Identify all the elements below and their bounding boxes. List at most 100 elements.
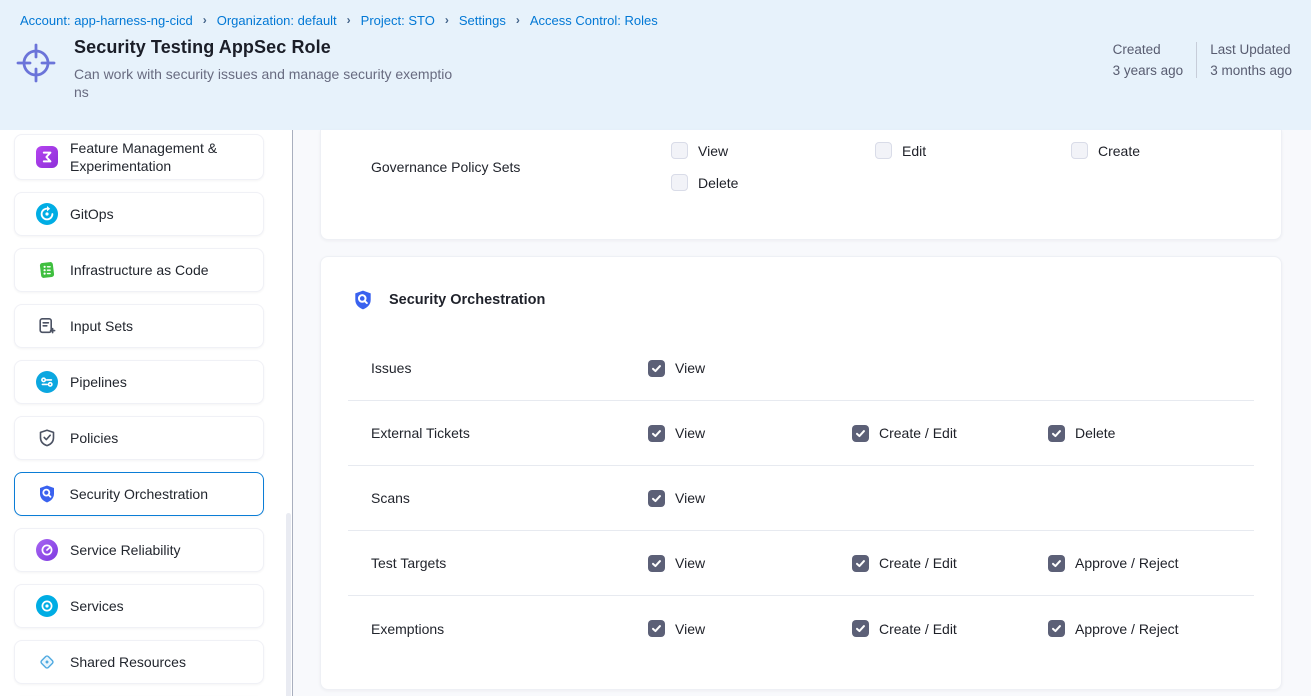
check-icon — [651, 428, 662, 439]
permission-label: Create / Edit — [879, 425, 957, 441]
breadcrumb-link-access-control[interactable]: Access Control: Roles — [530, 13, 658, 28]
checkbox-create-edit[interactable] — [852, 555, 869, 572]
permission-grid: ViewCreate / EditApprove / Reject — [648, 620, 1179, 637]
permission-label: Delete — [1075, 425, 1115, 441]
permission-create-edit: Create / Edit — [852, 425, 1048, 442]
resource-label: Issues — [371, 360, 648, 376]
permission-delete: Delete — [671, 174, 875, 191]
page-title: Security Testing AppSec Role — [74, 37, 456, 58]
permission-row-external-tickets: External TicketsViewCreate / EditDelete — [348, 401, 1254, 466]
permission-row-scans: ScansView — [348, 466, 1254, 531]
input-sets-icon — [36, 315, 58, 337]
breadcrumb-chevron-icon: › — [445, 13, 449, 27]
sidebar-item-label: Service Reliability — [70, 541, 180, 559]
sidebar-item-input-sets[interactable]: Input Sets — [14, 304, 264, 348]
checkbox-edit[interactable] — [875, 142, 892, 159]
governance-card: Governance Policy Sets ViewEditCreateDel… — [320, 130, 1282, 240]
feature-flags-icon — [36, 146, 58, 168]
checkbox-create-edit[interactable] — [852, 620, 869, 637]
resource-label: Exemptions — [371, 621, 648, 637]
sidebar-item-security-orchestration[interactable]: Security Orchestration — [14, 472, 264, 516]
card-title: Security Orchestration — [389, 292, 545, 308]
permission-label: Approve / Reject — [1075, 621, 1179, 637]
check-icon — [855, 558, 866, 569]
sidebar-item-label: Security Orchestration — [70, 485, 209, 503]
breadcrumb-chevron-icon: › — [347, 13, 351, 27]
checkbox-view[interactable] — [648, 425, 665, 442]
security-orchestration-card: Security Orchestration IssuesViewExterna… — [320, 256, 1282, 690]
permission-view: View — [648, 425, 852, 442]
created-value: 3 years ago — [1113, 63, 1184, 78]
permission-create-edit: Create / Edit — [852, 555, 1048, 572]
breadcrumb-link-project[interactable]: Project: STO — [361, 13, 435, 28]
check-icon — [651, 493, 662, 504]
permission-label: Delete — [698, 175, 738, 191]
role-meta: Created 3 years ago Last Updated 3 month… — [1113, 42, 1292, 78]
check-icon — [855, 428, 866, 439]
gitops-icon — [36, 203, 58, 225]
permission-label: Create / Edit — [879, 555, 957, 571]
permission-row-issues: Issues View — [348, 336, 1254, 401]
breadcrumb: Account: app-harness-ng-cicd › Organizatio… — [0, 0, 1311, 28]
updated-value: 3 months ago — [1210, 63, 1292, 78]
checkbox-view[interactable] — [648, 555, 665, 572]
checkbox-approve-reject[interactable] — [1048, 555, 1065, 572]
sidebar-item-label: Shared Resources — [70, 653, 186, 671]
pipelines-icon — [36, 371, 58, 393]
sidebar-item-service-reliability[interactable]: Service Reliability — [14, 528, 264, 572]
breadcrumb-chevron-icon: › — [516, 13, 520, 27]
security-orchestration-icon — [36, 483, 58, 505]
checkbox-view[interactable] — [648, 490, 665, 507]
sidebar-item-feature-management-experimentation[interactable]: Feature Management & Experimentation — [14, 134, 264, 180]
permission-approve-reject: Approve / Reject — [1048, 555, 1179, 572]
sidebar-scrollbar[interactable] — [286, 513, 291, 696]
permission-label: View — [675, 425, 705, 441]
sidebar-item-label: Pipelines — [70, 373, 127, 391]
sidebar-item-services[interactable]: Services — [14, 584, 264, 628]
permission-grid: View — [648, 360, 1048, 377]
resource-sidebar: Feature Management & Experimentation GitO… — [0, 130, 293, 696]
resource-label: Test Targets — [371, 555, 648, 571]
policies-icon — [36, 427, 58, 449]
checkbox-view[interactable] — [648, 620, 665, 637]
checkbox-view[interactable] — [671, 142, 688, 159]
breadcrumb-link-organization[interactable]: Organization: default — [217, 13, 337, 28]
permission-label: View — [675, 360, 705, 376]
sidebar-item-policies[interactable]: Policies — [14, 416, 264, 460]
checkbox-delete[interactable] — [1048, 425, 1065, 442]
check-icon — [651, 623, 662, 634]
sidebar-item-label: Feature Management & Experimentation — [70, 139, 253, 175]
sidebar-item-pipelines[interactable]: Pipelines — [14, 360, 264, 404]
permission-label: View — [698, 143, 728, 159]
sidebar-item-label: Services — [70, 597, 124, 615]
permission-label: Edit — [902, 143, 926, 159]
permission-label: View — [675, 555, 705, 571]
checkbox-create-edit[interactable] — [852, 425, 869, 442]
permission-label: Create — [1098, 143, 1140, 159]
services-icon — [36, 595, 58, 617]
breadcrumb-link-settings[interactable]: Settings — [459, 13, 506, 28]
permission-view: View — [648, 555, 852, 572]
checkbox-view[interactable] — [648, 360, 665, 377]
app-root: Account: app-harness-ng-cicd › Organizatio… — [0, 0, 1311, 696]
permission-delete: Delete — [1048, 425, 1115, 442]
sidebar-item-label: GitOps — [70, 205, 114, 223]
permission-create: Create — [1071, 142, 1140, 159]
permission-row-exemptions: ExemptionsViewCreate / EditApprove / Rej… — [348, 596, 1254, 661]
permission-view: View — [648, 620, 852, 637]
checkbox-delete[interactable] — [671, 174, 688, 191]
permission-grid: View Create / Edit Delete — [648, 425, 1115, 442]
breadcrumb-chevron-icon: › — [203, 13, 207, 27]
resource-label: Scans — [371, 490, 648, 506]
permission-grid: View Create / Edit Approve / Reject — [648, 555, 1179, 572]
sidebar-item-infrastructure-as-code[interactable]: Infrastructure as Code — [14, 248, 264, 292]
permission-edit: Edit — [875, 142, 1071, 159]
breadcrumb-link-account[interactable]: Account: app-harness-ng-cicd — [20, 13, 193, 28]
checkbox-create[interactable] — [1071, 142, 1088, 159]
sidebar-item-gitops[interactable]: GitOps — [14, 192, 264, 236]
sidebar-item-shared-resources[interactable]: Shared Resources — [14, 640, 264, 684]
permission-label: Approve / Reject — [1075, 555, 1179, 571]
checkbox-approve-reject[interactable] — [1048, 620, 1065, 637]
permission-view: View — [648, 360, 852, 377]
check-icon — [1051, 428, 1062, 439]
